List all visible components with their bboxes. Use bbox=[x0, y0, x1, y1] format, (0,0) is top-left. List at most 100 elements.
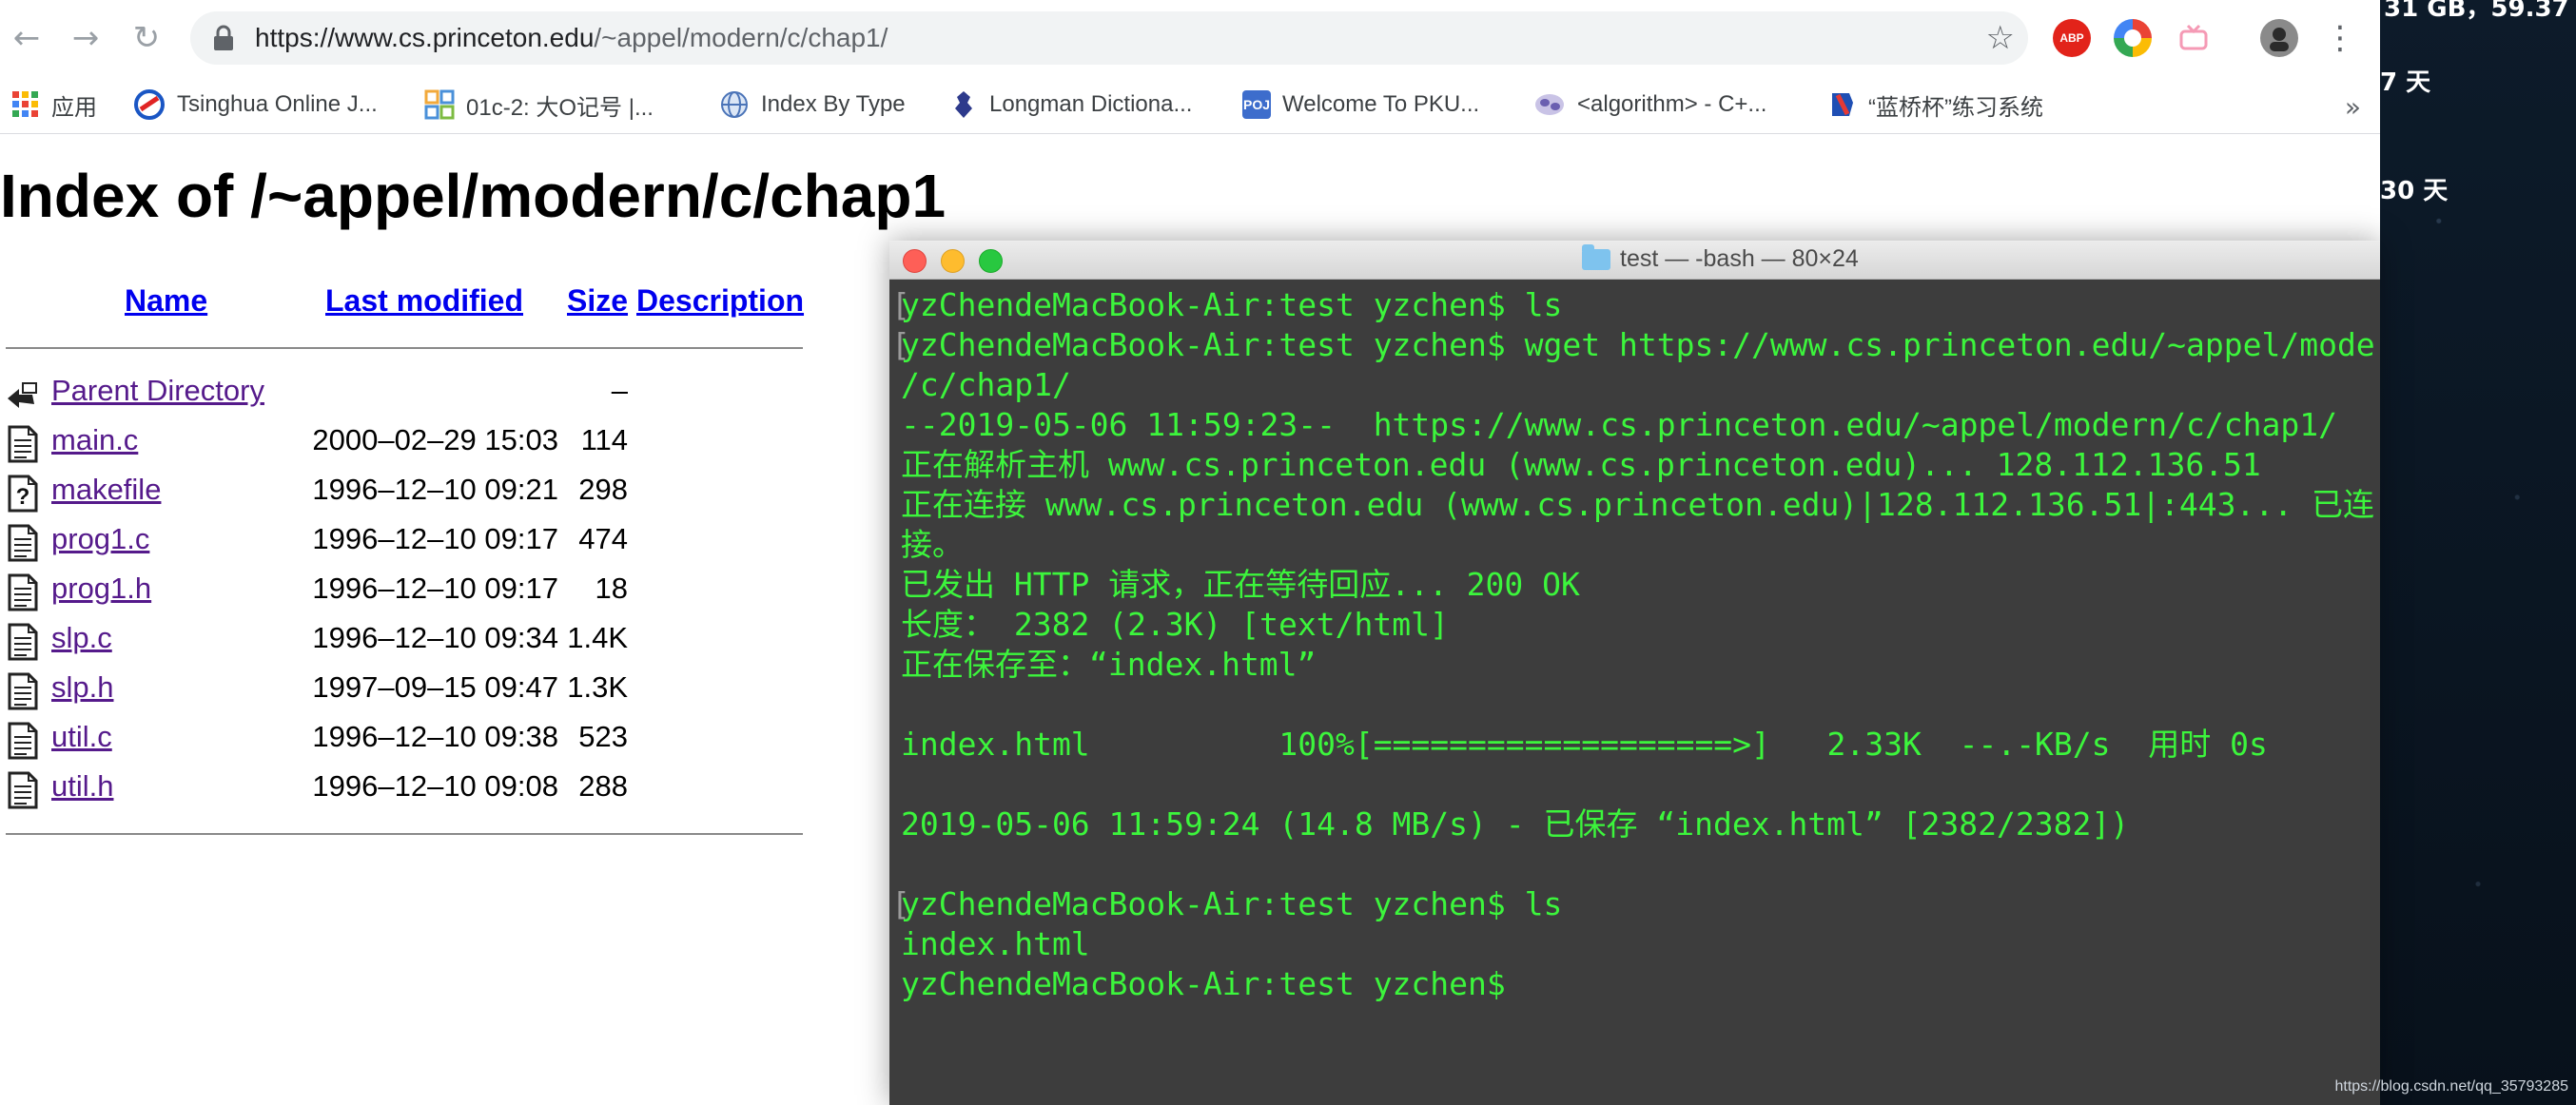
last-modified: 1996–12–10 09:08 bbox=[312, 769, 558, 803]
terminal-line: yzChendeMacBook-Air:test yzchen$ wget ht… bbox=[901, 326, 2380, 363]
last-modified: 2000–02–29 15:03 bbox=[312, 423, 558, 456]
zoom-window-button[interactable] bbox=[979, 249, 1003, 273]
more-vert-icon: ⋮ bbox=[2324, 19, 2356, 57]
terminal-line: 接。 bbox=[901, 526, 964, 563]
terminal-line: index.html 100%[===================>] 2.… bbox=[901, 726, 2268, 763]
last-modified: 1997–09–15 09:47 bbox=[312, 670, 558, 704]
text-file-icon bbox=[8, 722, 38, 760]
file-link[interactable]: util.h bbox=[51, 769, 113, 804]
browser-menu-button[interactable]: ⋮ bbox=[2319, 17, 2361, 59]
text-file-icon bbox=[8, 672, 38, 710]
bookmark-index-by-type[interactable]: Index By Type bbox=[719, 86, 906, 124]
table-row: slp.h 1997–09–15 09:47 1.3K bbox=[0, 669, 818, 710]
watermark: https://blog.csdn.net/qq_35793285 bbox=[2334, 1078, 2568, 1095]
column-modified-sort-link[interactable]: Last modified bbox=[325, 283, 523, 319]
terminal-line: yzChendeMacBook-Air:test yzchen$ bbox=[901, 965, 1506, 1002]
globe-icon bbox=[721, 91, 748, 118]
tsinghua-icon bbox=[134, 89, 165, 120]
close-window-button[interactable] bbox=[903, 249, 927, 273]
bookmark-bigo[interactable]: 01c-2: 大O记号 |... bbox=[424, 86, 654, 124]
extension-center bbox=[2124, 29, 2141, 47]
table-row: main.c 2000–02–29 15:03 114 bbox=[0, 421, 818, 463]
bookmark-label: 01c-2: 大O记号 |... bbox=[466, 94, 654, 121]
column-name-sort-link[interactable]: Name bbox=[125, 283, 207, 319]
terminal-titlebar[interactable]: test — -bash — 80×24 bbox=[889, 241, 2380, 280]
grid-logo-icon bbox=[424, 89, 455, 120]
file-link[interactable]: slp.c bbox=[51, 621, 112, 655]
address-bar[interactable]: https://www.cs.princeton.edu/~appel/mode… bbox=[190, 11, 2028, 65]
table-row: ? makefile 1996–12–10 09:21 298 bbox=[0, 471, 818, 513]
terminal-mark-bracket: [ bbox=[891, 885, 910, 922]
forward-button[interactable]: → bbox=[65, 17, 107, 59]
column-description-sort-link[interactable]: Description bbox=[636, 283, 804, 319]
bookmarks-overflow-button[interactable]: » bbox=[2345, 91, 2361, 123]
last-modified: 1996–12–10 09:38 bbox=[312, 720, 558, 753]
terminal-line: yzChendeMacBook-Air:test yzchen$ ls bbox=[901, 885, 1563, 922]
last-modified: 1996–12–10 09:34 bbox=[312, 621, 558, 654]
file-link[interactable]: prog1.h bbox=[51, 572, 151, 606]
file-size: 474 bbox=[578, 522, 628, 555]
file-link[interactable]: util.c bbox=[51, 720, 112, 754]
bookmark-tsinghua[interactable]: Tsinghua Online J... bbox=[133, 86, 378, 124]
reload-button[interactable]: ↻ bbox=[126, 17, 167, 59]
tv-icon bbox=[2179, 24, 2208, 50]
file-link[interactable]: makefile bbox=[51, 473, 161, 507]
terminal-window[interactable]: test — -bash — 80×24 yzChendeMacBook-Air… bbox=[889, 241, 2380, 1105]
text-file-icon bbox=[8, 425, 38, 463]
bookmark-poj[interactable]: POJ Welcome To PKU... bbox=[1242, 86, 1479, 124]
url-text: https://www.cs.princeton.edu/~appel/mode… bbox=[255, 23, 888, 53]
minimize-window-button[interactable] bbox=[941, 249, 965, 273]
parent-directory-link[interactable]: Parent Directory bbox=[51, 374, 264, 408]
terminal-line: 正在解析主机 www.cs.princeton.edu (www.cs.prin… bbox=[901, 446, 2261, 483]
bookmarks-bar: 应用 Tsinghua Online J... 01c-2: 大O记号 |...… bbox=[0, 76, 2380, 134]
terminal-body[interactable]: yzChendeMacBook-Air:test yzchen$ ls[yzCh… bbox=[889, 280, 2380, 1105]
bookmark-lanqiao[interactable]: “蓝桥杯”练习系统 bbox=[1828, 86, 2043, 124]
poj-icon: POJ bbox=[1242, 90, 1271, 119]
days-label-1: 7 天 bbox=[2380, 68, 2431, 97]
tv-extension-icon[interactable] bbox=[2175, 19, 2213, 57]
bookmark-label: “蓝桥杯”练习系统 bbox=[1868, 94, 2043, 121]
bookmark-label: Longman Dictiona... bbox=[989, 91, 1193, 117]
browser-toolbar: ← → ↻ https://www.cs.princeton.edu/~appe… bbox=[0, 0, 2380, 76]
file-link[interactable]: slp.h bbox=[51, 670, 113, 705]
folder-icon bbox=[1582, 243, 1610, 270]
terminal-mark-bracket: [ bbox=[891, 286, 910, 323]
forward-arrow-icon: → bbox=[71, 19, 100, 57]
last-modified: 1996–12–10 09:17 bbox=[312, 522, 558, 555]
profile-avatar[interactable] bbox=[2260, 19, 2298, 57]
bookmark-apps[interactable]: 应用 bbox=[11, 86, 97, 124]
terminal-line: --2019-05-06 11:59:23-- https://www.cs.p… bbox=[901, 406, 2337, 443]
file-size: 114 bbox=[580, 423, 628, 456]
terminal-line: yzChendeMacBook-Air:test yzchen$ ls bbox=[901, 286, 1563, 323]
terminal-line: 已发出 HTTP 请求，正在等待回应... 200 OK bbox=[901, 566, 1580, 603]
table-row: slp.c 1996–12–10 09:34 1.4K bbox=[0, 619, 818, 661]
bookmark-label: Welcome To PKU... bbox=[1282, 91, 1480, 117]
file-size: 1.4K bbox=[567, 621, 628, 654]
column-size-sort-link[interactable]: Size bbox=[567, 283, 628, 319]
adblock-plus-icon[interactable]: ABP bbox=[2053, 19, 2091, 57]
lanqiao-icon bbox=[1832, 93, 1853, 116]
table-row: prog1.c 1996–12–10 09:17 474 bbox=[0, 520, 818, 562]
terminal-line: 2019-05-06 11:59:24 (14.8 MB/s) - 已保存 “i… bbox=[901, 805, 2130, 843]
text-file-icon bbox=[8, 573, 38, 611]
terminal-mark-bracket: [ bbox=[891, 326, 910, 363]
file-link[interactable]: main.c bbox=[51, 423, 138, 457]
terminal-line: 长度： 2382 (2.3K) [text/html] bbox=[901, 606, 1449, 643]
table-row: util.c 1996–12–10 09:38 523 bbox=[0, 718, 818, 760]
table-row: util.h 1996–12–10 09:08 288 bbox=[0, 767, 818, 809]
terminal-line: 正在连接 www.cs.princeton.edu (www.cs.prince… bbox=[901, 486, 2375, 523]
back-button[interactable]: ← bbox=[6, 17, 48, 59]
file-link[interactable]: prog1.c bbox=[51, 522, 149, 556]
back-folder-icon bbox=[8, 382, 37, 408]
footer-divider bbox=[6, 833, 803, 835]
bookmark-label: <algorithm> - C+... bbox=[1577, 91, 1767, 117]
bookmark-cplusplus[interactable]: <algorithm> - C+... bbox=[1533, 86, 1766, 124]
days-label-2: 30 天 bbox=[2380, 177, 2449, 205]
bookmark-star-icon[interactable]: ☆ bbox=[1986, 19, 2015, 57]
cplusplus-icon bbox=[1535, 94, 1564, 115]
bookmark-longman[interactable]: Longman Dictiona... bbox=[949, 86, 1192, 124]
chrome-extension-icon[interactable] bbox=[2114, 19, 2152, 57]
terminal-title: test — -bash — 80×24 bbox=[1582, 243, 1859, 273]
file-size: 288 bbox=[578, 769, 628, 803]
url-path: /~appel/modern/c/chap1/ bbox=[594, 23, 888, 52]
